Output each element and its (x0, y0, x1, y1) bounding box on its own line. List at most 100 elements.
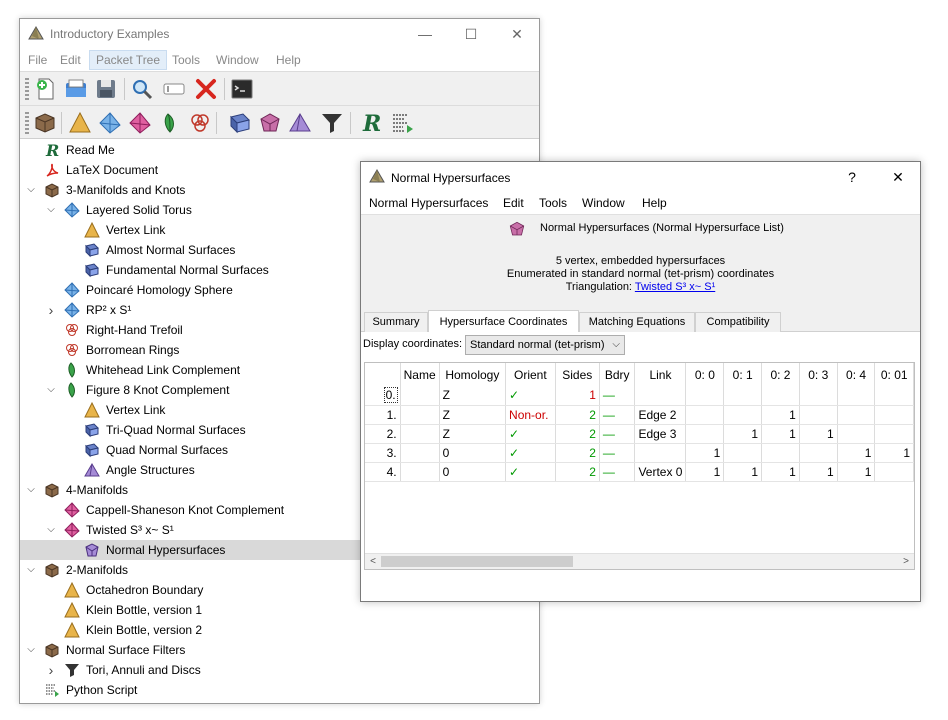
triangulation-link[interactable]: Twisted S³ x~ S¹ (635, 281, 715, 293)
python-console-icon[interactable] (230, 77, 254, 101)
table-cell[interactable]: — (599, 443, 636, 463)
chevron-down-icon[interactable]: ⌵ (44, 520, 58, 540)
row-index-cell[interactable]: 4. (365, 462, 401, 482)
table-cell[interactable]: 1 (685, 443, 725, 463)
table-cell[interactable]: 0 (439, 443, 507, 463)
column-header[interactable]: Sides (555, 363, 600, 386)
table-cell[interactable] (685, 386, 725, 406)
toolbar-grip[interactable] (25, 112, 29, 134)
table-row[interactable]: 4. 0 ✓ 2— Vertex 011111 (365, 462, 914, 482)
column-header[interactable]: Bdry (599, 363, 636, 386)
chevron-down-icon[interactable]: ⌵ (24, 640, 38, 660)
table-row[interactable]: 0. Z ✓ 1— (365, 386, 914, 406)
table-cell[interactable]: Z (439, 424, 507, 444)
script-icon[interactable] (390, 111, 414, 135)
angle-structures-icon[interactable] (288, 111, 312, 135)
scroll-left-button[interactable]: < (365, 554, 381, 569)
table-cell[interactable]: Z (439, 405, 507, 425)
scroll-right-button[interactable]: > (898, 554, 914, 569)
tree-item-klein-bottle-version-2[interactable]: Klein Bottle, version 2 (20, 620, 539, 640)
table-row[interactable]: 2. Z ✓ 2— Edge 3111 (365, 424, 914, 444)
table-cell[interactable]: 1 (723, 424, 763, 444)
table-cell[interactable] (874, 386, 914, 406)
menu-file[interactable]: File (22, 50, 53, 70)
tree-item-python-script[interactable]: Python Script (20, 680, 539, 700)
table-cell[interactable]: Vertex 0 (634, 462, 687, 482)
scrollbar-thumb[interactable] (381, 556, 573, 567)
rename-icon[interactable] (162, 77, 186, 101)
table-cell[interactable]: 1 (685, 462, 725, 482)
table-cell[interactable] (400, 462, 440, 482)
chevron-down-icon[interactable]: ⌵ (44, 380, 58, 400)
column-header[interactable] (365, 363, 401, 386)
table-cell[interactable]: Z (439, 386, 507, 406)
tab-summary[interactable]: Summary (364, 312, 428, 332)
table-cell[interactable] (799, 405, 838, 425)
table-cell[interactable]: 1 (761, 424, 800, 444)
column-header[interactable]: Homology (439, 363, 507, 386)
table-row[interactable]: 1. Z Non-or. 2— Edge 2 1 (365, 405, 914, 425)
table-cell[interactable]: Edge 3 (634, 424, 687, 444)
column-header[interactable]: 0: 1 (723, 363, 763, 386)
table-cell[interactable]: Edge 2 (634, 405, 687, 425)
table-cell[interactable]: 2 (555, 443, 600, 463)
table-cell[interactable]: 1 (799, 424, 838, 444)
save-icon[interactable] (94, 77, 118, 101)
tab-compatibility[interactable]: Compatibility (695, 312, 781, 332)
table-cell[interactable] (400, 386, 440, 406)
table-cell[interactable] (761, 443, 800, 463)
menu-edit[interactable]: Edit (54, 50, 87, 70)
menu-edit[interactable]: Edit (503, 196, 524, 210)
row-index-cell[interactable]: 1. (365, 405, 401, 425)
triangulation-4d-icon[interactable] (128, 111, 152, 135)
column-header[interactable]: 0: 2 (761, 363, 800, 386)
dialog-close-button[interactable]: ✕ (875, 162, 921, 192)
menu-tools[interactable]: Tools (166, 50, 206, 70)
toolbar-grip[interactable] (25, 78, 29, 100)
column-header[interactable]: Name (400, 363, 440, 386)
table-cell[interactable]: 2 (555, 462, 600, 482)
table-cell[interactable]: Non-or. (505, 405, 556, 425)
column-header[interactable]: 0: 3 (799, 363, 838, 386)
chevron-right-icon[interactable]: › (44, 300, 58, 320)
column-header[interactable]: Orient (505, 363, 556, 386)
find-icon[interactable] (130, 77, 154, 101)
row-index-cell[interactable]: 2. (365, 424, 401, 444)
table-cell[interactable] (874, 424, 914, 444)
chevron-down-icon[interactable]: ⌵ (44, 200, 58, 220)
table-cell[interactable]: 1 (723, 462, 763, 482)
row-index-cell[interactable]: 0. (365, 386, 401, 406)
table-cell[interactable] (634, 443, 687, 463)
dialog-titlebar[interactable]: Normal Hypersurfaces ? ✕ (361, 162, 920, 194)
table-cell[interactable]: 1 (837, 462, 876, 482)
table-cell[interactable] (685, 424, 725, 444)
table-cell[interactable]: 1 (874, 443, 914, 463)
table-cell[interactable]: 1 (799, 462, 838, 482)
triangulation-3d-icon[interactable] (98, 111, 122, 135)
menu-window[interactable]: Window (210, 50, 265, 70)
link-icon[interactable] (188, 111, 212, 135)
help-button[interactable]: ? (829, 162, 875, 192)
table-cell[interactable] (799, 443, 838, 463)
table-cell[interactable]: — (599, 424, 636, 444)
menu-help[interactable]: Help (270, 50, 307, 70)
table-cell[interactable] (874, 405, 914, 425)
table-cell[interactable] (723, 386, 763, 406)
table-cell[interactable] (400, 424, 440, 444)
table-cell[interactable] (837, 405, 876, 425)
horizontal-scrollbar[interactable]: < > (365, 553, 914, 569)
table-cell[interactable] (761, 386, 800, 406)
table-cell[interactable] (799, 386, 838, 406)
chevron-down-icon[interactable]: ⌵ (24, 480, 38, 500)
column-header[interactable]: 0: 0 (685, 363, 725, 386)
table-cell[interactable]: ✓ (505, 443, 556, 463)
menu-help[interactable]: Help (642, 196, 667, 210)
open-icon[interactable] (64, 77, 88, 101)
snappea-icon[interactable] (158, 111, 182, 135)
menu-tools[interactable]: Tools (539, 196, 567, 210)
table-cell[interactable]: ✓ (505, 424, 556, 444)
row-index-cell[interactable]: 3. (365, 443, 401, 463)
table-cell[interactable]: 1 (761, 462, 800, 482)
column-header[interactable]: 0: 01 (874, 363, 914, 386)
table-cell[interactable] (723, 405, 763, 425)
